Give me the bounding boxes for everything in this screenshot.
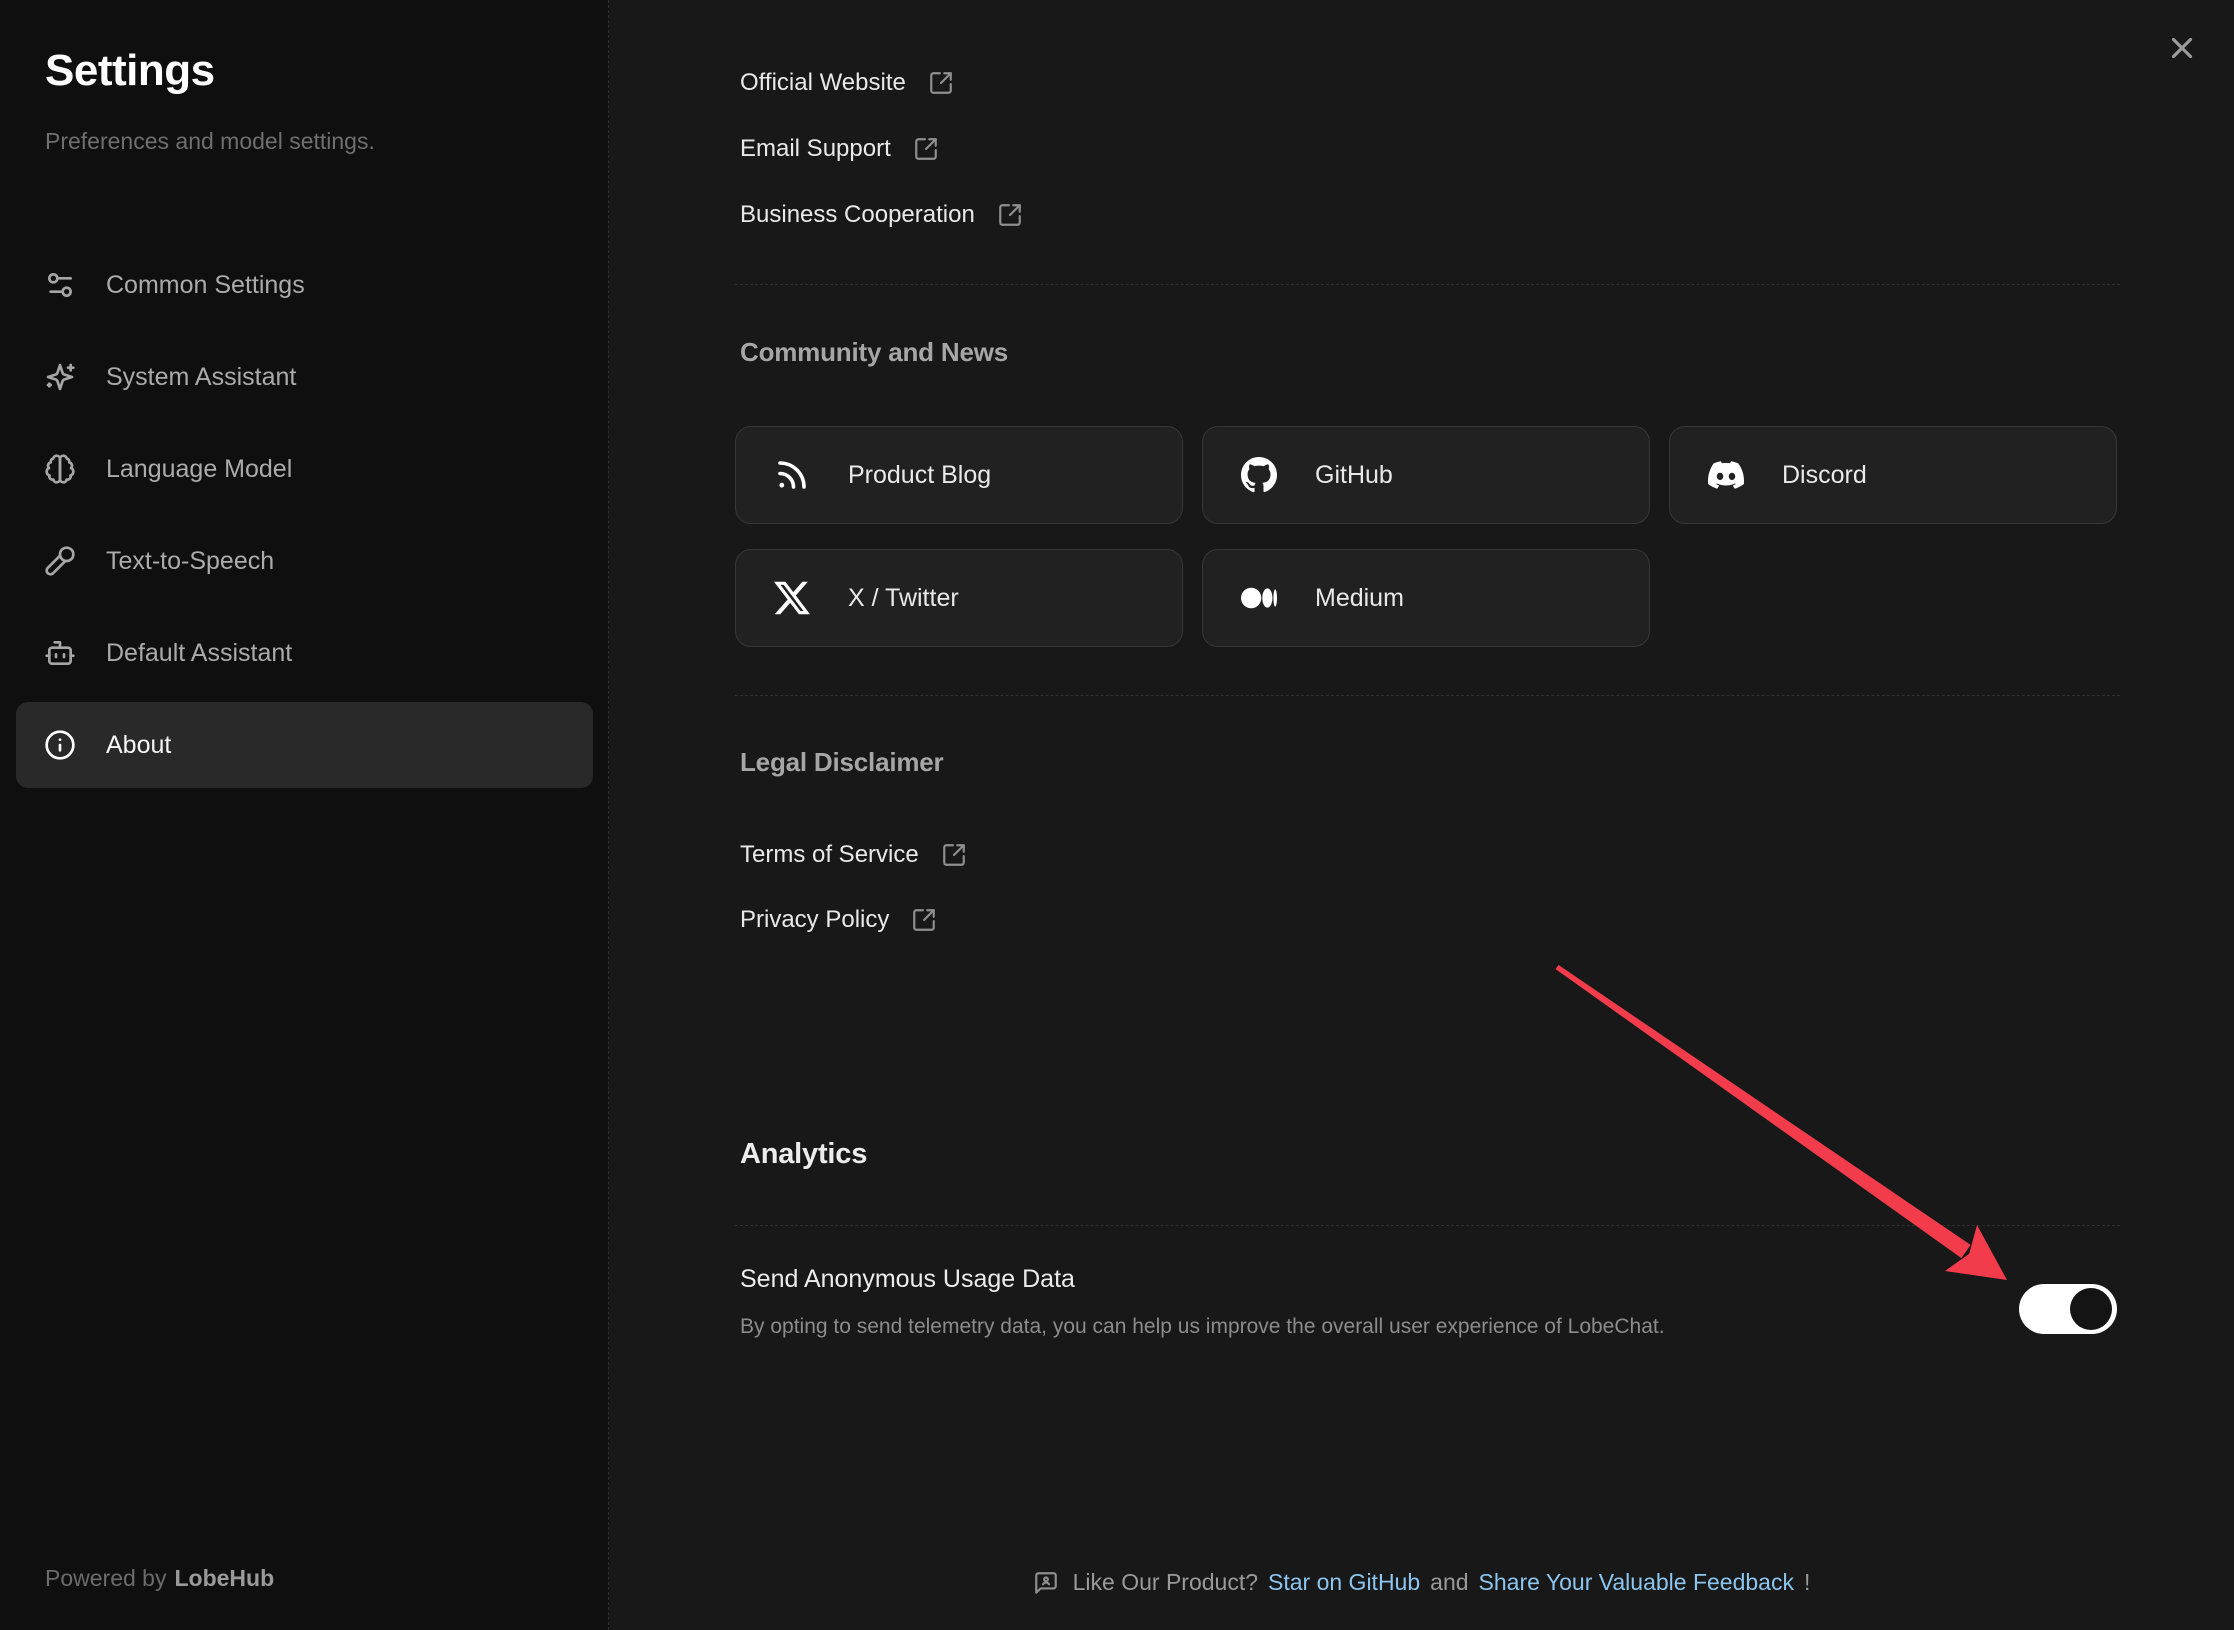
sidebar-item-default-assistant[interactable]: Default Assistant	[16, 610, 593, 696]
brain-icon	[44, 453, 76, 485]
link-label: Terms of Service	[740, 841, 919, 869]
x-twitter-icon	[774, 580, 810, 616]
usage-data-toggle[interactable]	[2019, 1284, 2117, 1334]
privacy-policy-link[interactable]: Privacy Policy	[740, 899, 937, 941]
button-label: GitHub	[1315, 461, 1393, 490]
external-link-icon	[911, 907, 937, 933]
external-link-icon	[997, 202, 1023, 228]
contact-us-heading: Contact Us	[740, 0, 877, 8]
medium-button[interactable]: Medium	[1202, 549, 1650, 647]
community-buttons: Product Blog GitHub Discord X / Twitter …	[735, 426, 2135, 647]
powered-by-label: Powered by	[45, 1565, 166, 1591]
external-link-icon	[913, 136, 939, 162]
sparkles-icon	[44, 361, 76, 393]
sidebar-item-label: System Assistant	[106, 363, 296, 392]
discord-button[interactable]: Discord	[1669, 426, 2117, 524]
external-link-icon	[941, 842, 967, 868]
button-label: Medium	[1315, 584, 1404, 613]
footer-text: !	[1804, 1569, 1810, 1596]
external-link-icon	[928, 70, 954, 96]
sidebar-item-about[interactable]: About	[16, 702, 593, 788]
feedback-bubble-icon	[1033, 1570, 1059, 1596]
business-cooperation-link[interactable]: Business Cooperation	[740, 194, 1023, 236]
button-label: Discord	[1782, 461, 1867, 490]
section-divider	[735, 1225, 2120, 1226]
product-blog-button[interactable]: Product Blog	[735, 426, 1183, 524]
info-icon	[44, 729, 76, 761]
sidebar-item-language-model[interactable]: Language Model	[16, 426, 593, 512]
footer-text: and	[1430, 1569, 1468, 1596]
github-button[interactable]: GitHub	[1202, 426, 1650, 524]
x-twitter-button[interactable]: X / Twitter	[735, 549, 1183, 647]
sidebar-item-label: Text-to-Speech	[106, 547, 274, 576]
legal-heading: Legal Disclaimer	[740, 744, 943, 780]
share-feedback-link[interactable]: Share Your Valuable Feedback	[1479, 1569, 1794, 1596]
settings-menu: Common Settings System Assistant Languag…	[16, 242, 593, 794]
section-divider	[735, 284, 2120, 285]
star-on-github-link[interactable]: Star on GitHub	[1268, 1569, 1420, 1596]
sidebar-item-text-to-speech[interactable]: Text-to-Speech	[16, 518, 593, 604]
medium-icon	[1241, 580, 1277, 616]
sidebar-item-system-assistant[interactable]: System Assistant	[16, 334, 593, 420]
sidebar-item-label: Default Assistant	[106, 639, 292, 668]
sidebar-item-label: Common Settings	[106, 271, 305, 300]
sidebar-item-common-settings[interactable]: Common Settings	[16, 242, 593, 328]
settings-sidebar: Settings Preferences and model settings.…	[0, 0, 609, 1630]
powered-by: Powered by LobeHub	[45, 1565, 274, 1592]
official-website-link[interactable]: Official Website	[740, 62, 954, 104]
usage-data-label: Send Anonymous Usage Data	[740, 1258, 1075, 1300]
section-divider	[735, 695, 2120, 696]
bot-icon	[44, 637, 76, 669]
page-title: Settings	[45, 46, 215, 96]
analytics-heading: Analytics	[740, 1134, 867, 1174]
community-heading: Community and News	[740, 334, 1008, 370]
mic-icon	[44, 545, 76, 577]
settings-modal: { "sidebar": { "title": "Settings", "sub…	[0, 0, 2234, 1630]
button-label: Product Blog	[848, 461, 991, 490]
link-label: Official Website	[740, 69, 906, 97]
footer-text: Like Our Product?	[1073, 1569, 1258, 1596]
rss-icon	[774, 457, 810, 493]
toggle-knob	[2070, 1288, 2112, 1330]
link-label: Privacy Policy	[740, 906, 889, 934]
discord-icon	[1708, 457, 1744, 493]
about-panel: Contact Us Official Website Email Suppor…	[609, 0, 2234, 1630]
email-support-link[interactable]: Email Support	[740, 128, 939, 170]
usage-data-description: By opting to send telemetry data, you ca…	[740, 1312, 1665, 1342]
sidebar-item-label: About	[106, 731, 171, 760]
page-subtitle: Preferences and model settings.	[45, 128, 375, 155]
close-button[interactable]	[2160, 26, 2204, 70]
close-icon	[2165, 31, 2199, 65]
sliders-icon	[44, 269, 76, 301]
terms-of-service-link[interactable]: Terms of Service	[740, 834, 967, 876]
github-icon	[1241, 457, 1277, 493]
sidebar-item-label: Language Model	[106, 455, 292, 484]
link-label: Email Support	[740, 135, 891, 163]
brand-logo: LobeHub	[174, 1565, 274, 1591]
feedback-footer: Like Our Product? Star on GitHub and Sha…	[609, 1569, 2234, 1596]
link-label: Business Cooperation	[740, 201, 975, 229]
button-label: X / Twitter	[848, 584, 959, 613]
